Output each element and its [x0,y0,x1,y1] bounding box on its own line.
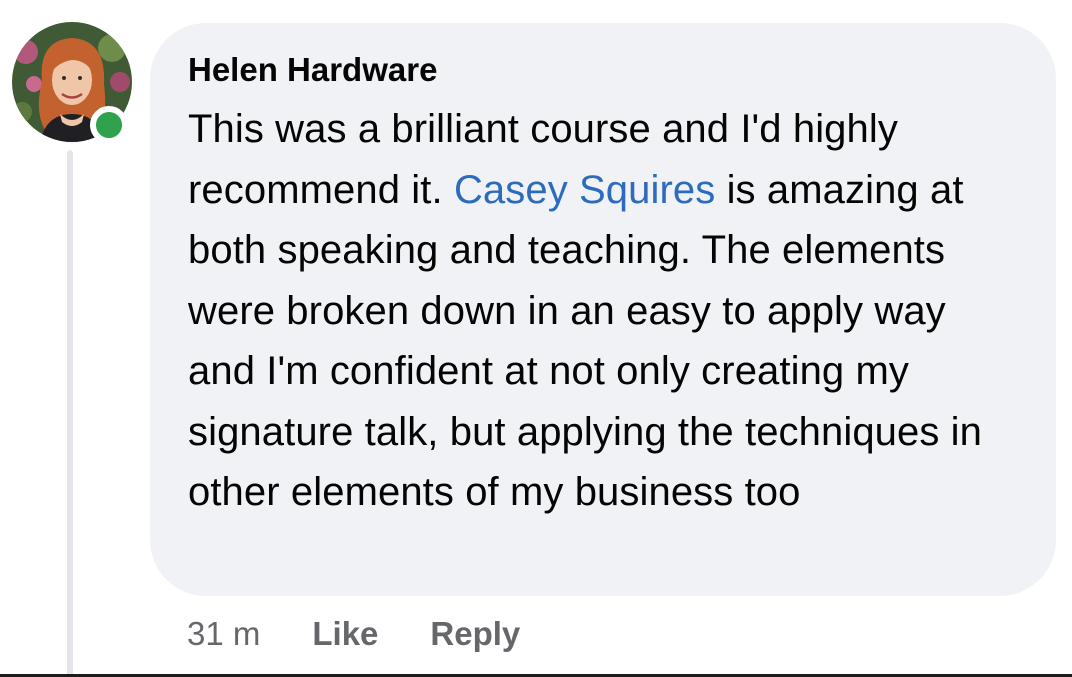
comment-author[interactable]: Helen Hardware [188,49,1020,91]
comment-timestamp[interactable]: 31 m [187,615,260,653]
like-button[interactable]: Like [312,615,378,653]
comment-text-end: is amazing at both speaking and teaching… [188,167,983,515]
comment-thread: Helen Hardware This was a brilliant cour… [0,0,1072,677]
comment-body: This was a brilliant course and I'd high… [188,99,1020,523]
comment-bubble: Helen Hardware This was a brilliant cour… [150,23,1056,596]
thread-connector-line [67,150,73,677]
reply-button[interactable]: Reply [430,615,520,653]
mention-link[interactable]: Casey Squires [454,168,715,212]
comment-actions: 31 m Like Reply [187,612,520,656]
online-status-indicator [90,106,128,144]
